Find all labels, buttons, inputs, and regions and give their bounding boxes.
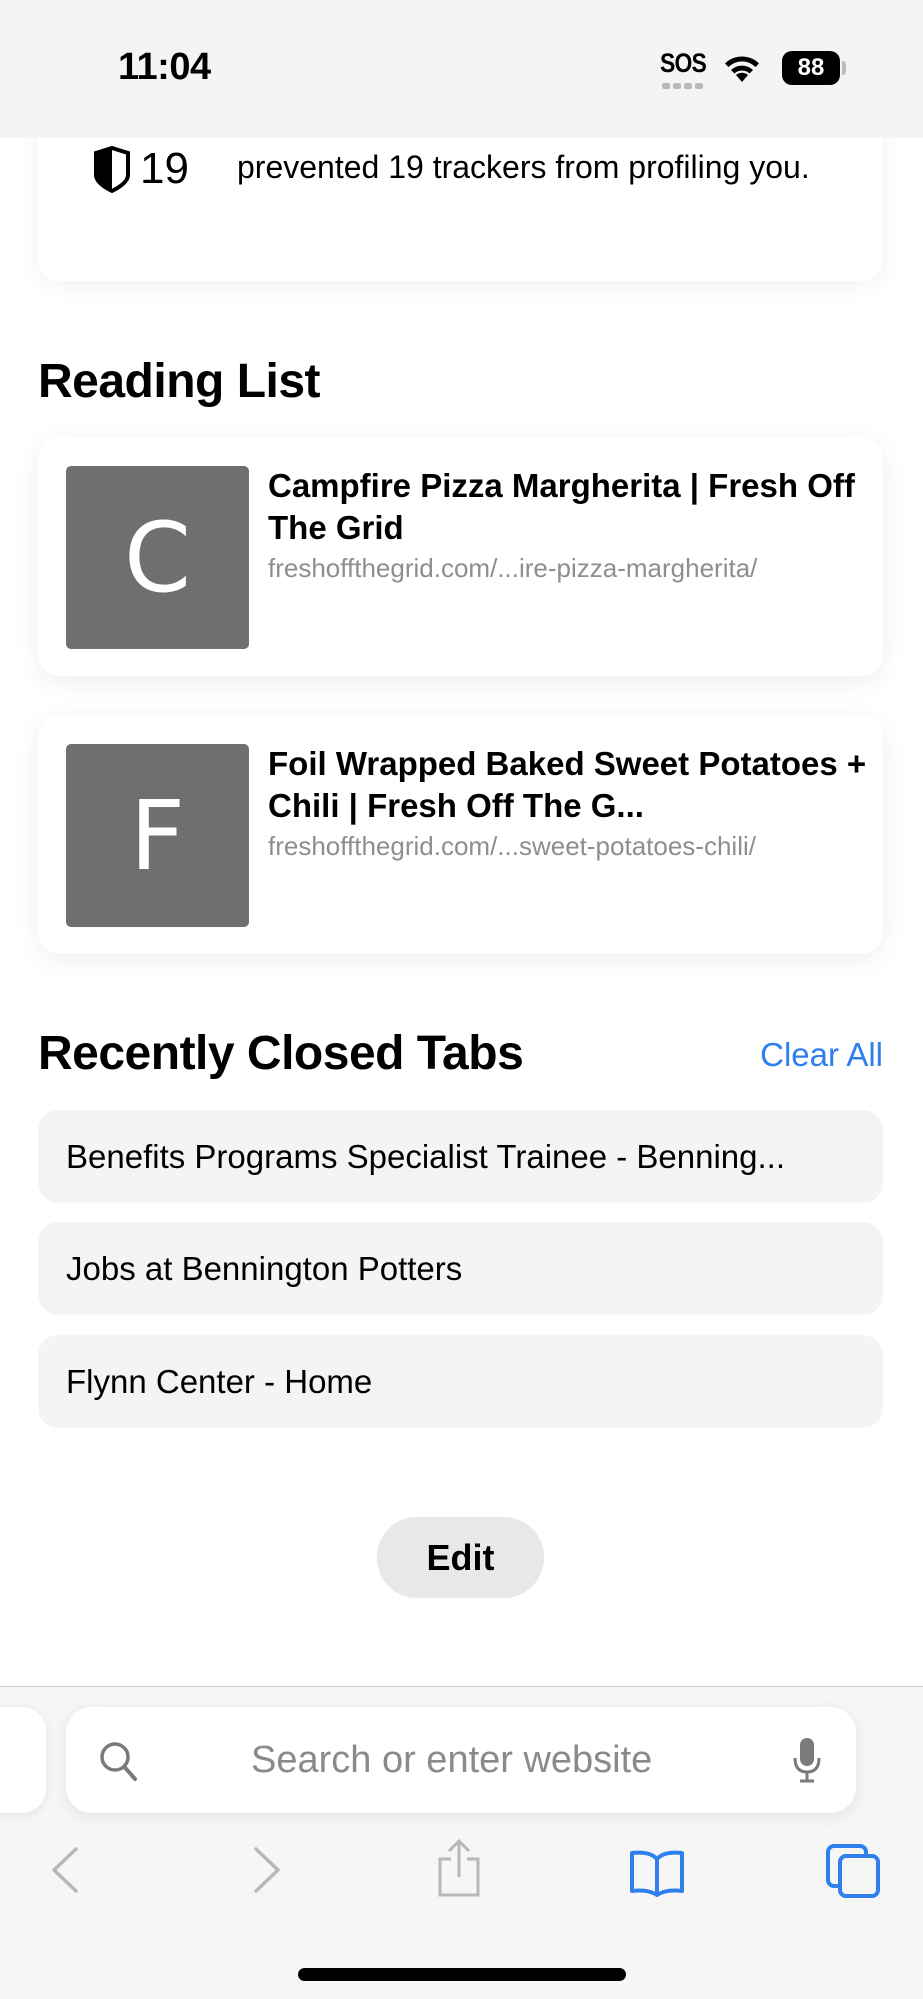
reading-list-item-url: freshoffthegrid.com/...ire-pizza-margher…: [268, 553, 758, 583]
closed-tab-item[interactable]: Benefits Programs Specialist Trainee - B…: [38, 1110, 883, 1203]
status-time: 11:04: [118, 46, 211, 88]
bottom-toolbar: Search or enter website: [0, 1686, 923, 1999]
search-icon: [100, 1742, 137, 1781]
reading-list-thumbnail: C: [66, 466, 249, 649]
closed-tab-item[interactable]: Flynn Center - Home: [38, 1335, 883, 1428]
signal-dots: [662, 83, 703, 89]
reading-list-item-url: freshoffthegrid.com/...sweet-potatoes-ch…: [268, 831, 756, 861]
search-input[interactable]: Search or enter website: [66, 1707, 856, 1813]
share-icon[interactable]: [436, 1839, 482, 1897]
tabs-icon[interactable]: [826, 1844, 880, 1898]
home-indicator: [298, 1968, 626, 1981]
forward-icon[interactable]: [252, 1847, 282, 1893]
battery-icon: 88: [782, 51, 840, 85]
reading-list-item-title: Campfire Pizza Margherita | Fresh Off Th…: [268, 467, 855, 546]
status-bar: 11:04 SOS 88: [0, 0, 923, 138]
reading-list-thumbnail: F: [66, 744, 249, 927]
search-placeholder: Search or enter website: [251, 1739, 653, 1781]
battery-cap: [842, 61, 846, 75]
privacy-report-text: prevented 19 trackers from profiling you…: [237, 149, 810, 185]
closed-tab-item[interactable]: Jobs at Bennington Potters: [38, 1222, 883, 1315]
reading-list-item-title: Foil Wrapped Baked Sweet Potatoes + Chil…: [268, 745, 867, 824]
bookmarks-icon[interactable]: [628, 1849, 686, 1897]
clear-all-button[interactable]: Clear All: [760, 1036, 883, 1074]
tracker-count-badge: 19: [92, 144, 189, 194]
wifi-icon: [725, 56, 759, 82]
shield-icon: [94, 145, 130, 193]
tracker-count: 19: [140, 144, 189, 193]
microphone-icon[interactable]: [792, 1737, 822, 1783]
reading-list-title: Reading List: [38, 355, 321, 408]
recently-closed-title: Recently Closed Tabs: [38, 1027, 524, 1080]
reading-list-item[interactable]: C Campfire Pizza Margherita | Fresh Off …: [38, 437, 883, 676]
sos-icon: SOS: [660, 48, 707, 78]
reading-list-item[interactable]: F Foil Wrapped Baked Sweet Potatoes + Ch…: [38, 715, 883, 954]
previous-tab-preview[interactable]: [0, 1707, 46, 1813]
back-icon[interactable]: [50, 1847, 80, 1893]
edit-button[interactable]: Edit: [377, 1517, 544, 1598]
